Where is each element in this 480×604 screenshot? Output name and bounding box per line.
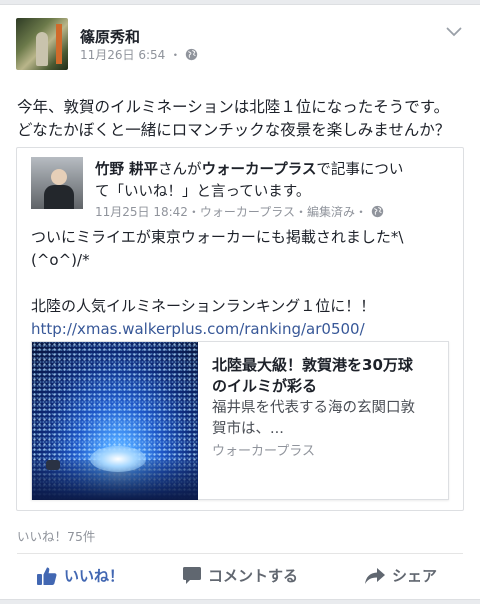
shared-text-line: ついにミライエが東京ウォーカーにも掲載されました*\ [31,228,404,246]
meta-separator: ・ [169,48,182,62]
link-card-title-line: のイルミが彩る [212,377,318,395]
link-card-description: 福井県を代表する海の玄関口敦 賀市は、... [212,398,438,440]
post-meta: 11月26日 6:54 ・ [80,46,198,63]
comment-button-label: コメントする [208,567,299,585]
illumination-thumbnail[interactable] [32,342,198,500]
shared-body: ついにミライエが東京ウォーカーにも掲載されました*\ (^o^)/* 北陸の人気… [31,226,451,341]
globe-icon[interactable] [185,48,198,61]
comment-icon [183,567,201,584]
link-card-title[interactable]: 北陸最大級！敦賀港を30万球 のイルミが彩る [212,355,438,397]
post-body: 今年、敦賀のイルミネーションは北陸１位になったそうです。 どなたかぼくと一緒にロ… [17,96,469,142]
shared-author-avatar[interactable] [31,157,83,209]
post-text-line: 今年、敦賀のイルミネーションは北陸１位になったそうです。 [17,98,450,116]
post-date[interactable]: 11月26日 6:54 [80,46,165,63]
share-arrow-icon [365,567,385,584]
shared-url-link[interactable]: http://xmas.walkerplus.com/ranking/ar050… [31,318,451,341]
shared-meta: 11月25日 18:42・ウォーカープラス・編集済み・ [95,203,384,220]
like-button-label: いいね！ [64,567,125,585]
link-card-source: ウォーカープラス [212,444,315,459]
shared-text-line: (^o^)/* [31,251,90,269]
link-preview-card[interactable]: 北陸最大級！敦賀港を30万球 のイルミが彩る 福井県を代表する海の玄関口敦 賀市… [31,341,449,500]
avatar-body [44,185,74,209]
globe-icon[interactable] [371,205,384,218]
like-count[interactable]: いいね！75件 [17,526,95,545]
like-button[interactable]: いいね！ [36,565,124,586]
link-card-desc-line: 賀市は、... [212,421,284,437]
shared-meta-text[interactable]: 11月25日 18:42・ウォーカープラス・編集済み・ [95,203,367,220]
shared-post[interactable]: 竹野 耕平さんがウォーカープラスで記事につい て「いいね！」と言っています。 1… [16,147,464,511]
share-button-label: シェア [392,567,438,585]
post-actions-bar: いいね！ コメントする シェア [0,554,480,601]
shared-connector: さんが [158,162,202,178]
chevron-down-icon[interactable] [446,27,462,37]
thumbs-up-icon [37,567,57,585]
post-text-line: どなたかぼくと一緒にロマンチックな夜景を楽しみませんか？ [17,121,451,139]
author-avatar[interactable] [16,18,68,70]
post-author-name[interactable]: 篠原秀和 [80,26,140,47]
comment-button[interactable]: コメントする [182,565,298,586]
shared-header: 竹野 耕平さんがウォーカープラスで記事につい て「いいね！」と言っています。 [95,159,455,203]
shared-page-name[interactable]: ウォーカープラス [202,162,317,178]
avatar-accent [56,24,62,64]
tunnel-glow [90,446,146,472]
post-card: 篠原秀和 11月26日 6:54 ・ 今年、敦賀のイルミネーションは北陸１位にな… [0,4,480,600]
avatar-figure [36,32,48,66]
shared-action-text: で記事につい [316,162,404,178]
shared-action-text-2: て「いいね！」と言っています。 [95,184,311,200]
shared-author-name[interactable]: 竹野 耕平 [95,162,158,178]
share-button[interactable]: シェア [364,565,437,586]
shared-text-line: 北陸の人気イルミネーションランキング１位に！！ [31,297,376,315]
link-card-title-line: 北陸最大級！敦賀港を30万球 [212,356,413,374]
link-card-desc-line: 福井県を代表する海の玄関口敦 [212,400,415,416]
avatar-head [51,169,67,185]
car-silhouette [46,460,60,470]
